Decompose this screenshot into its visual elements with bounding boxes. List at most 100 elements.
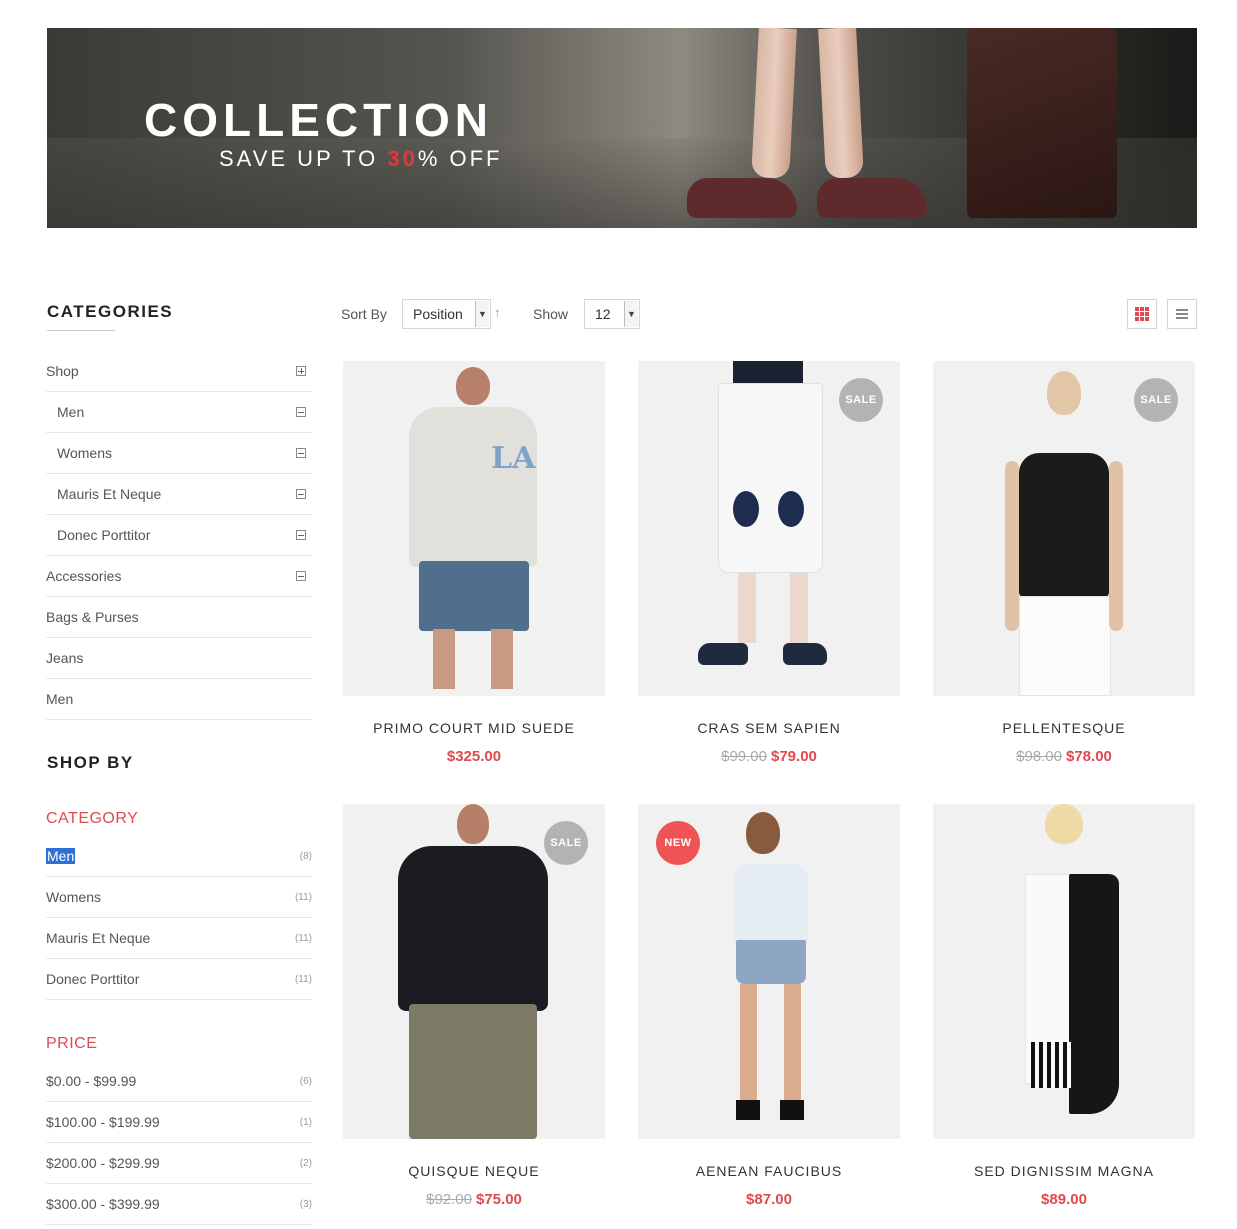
categories-title: CATEGORIES bbox=[47, 302, 174, 321]
shop-by-title: SHOP BY bbox=[47, 753, 134, 772]
product-name[interactable]: AENEAN FAUCIBUS bbox=[638, 1163, 900, 1179]
filter-option[interactable]: Womens (11) bbox=[46, 877, 312, 918]
category-item-bags[interactable]: Bags & Purses bbox=[46, 597, 312, 638]
category-item-accessories[interactable]: Accessories bbox=[46, 556, 312, 597]
price-current: $87.00 bbox=[746, 1191, 792, 1208]
filter-option[interactable]: $300.00 - $399.99 (3) bbox=[46, 1184, 312, 1225]
list-view-button[interactable] bbox=[1167, 299, 1197, 329]
product-name[interactable]: SED DIGNISSIM MAGNA bbox=[933, 1163, 1195, 1179]
list-view-icon bbox=[1176, 309, 1188, 319]
banner-leg bbox=[818, 28, 864, 179]
category-item-shop[interactable]: Shop bbox=[46, 351, 312, 392]
category-filter-heading: CATEGORY bbox=[46, 810, 139, 827]
filter-option[interactable]: $200.00 - $299.99 (2) bbox=[46, 1143, 312, 1184]
category-item-mauris[interactable]: Mauris Et Neque bbox=[46, 474, 312, 515]
filter-label[interactable]: $200.00 - $299.99 bbox=[46, 1155, 160, 1171]
product-card[interactable]: NEW AENEAN FAUCIBUS $87.00 bbox=[638, 804, 900, 1208]
category-item-womens[interactable]: Womens bbox=[46, 433, 312, 474]
category-item-men[interactable]: Men bbox=[46, 392, 312, 433]
category-label: Donec Porttitor bbox=[57, 527, 151, 543]
product-card[interactable]: SED DIGNISSIM MAGNA $89.00 bbox=[933, 804, 1195, 1208]
model-shirt bbox=[734, 864, 808, 944]
product-price: $92.00 $75.00 bbox=[343, 1191, 605, 1208]
arrow-up-icon[interactable]: ↑ bbox=[494, 305, 501, 320]
promo-banner[interactable]: COLLECTION SAVE UP TO 30% OFF bbox=[47, 28, 1197, 228]
filter-count: (11) bbox=[294, 973, 312, 985]
price-old: $99.00 bbox=[721, 748, 767, 765]
sort-by-select[interactable]: Position ▼ bbox=[402, 299, 491, 329]
product-card[interactable]: SALE QUISQUE NEQUE $92.00 $75.00 bbox=[343, 804, 605, 1208]
category-item-donec[interactable]: Donec Porttitor bbox=[46, 515, 312, 556]
product-price: $89.00 bbox=[933, 1191, 1195, 1208]
product-card[interactable]: LA PRIMO COURT MID SUEDE $325.00 bbox=[343, 361, 605, 765]
chevron-down-icon[interactable]: ▼ bbox=[624, 301, 638, 327]
collapse-icon[interactable] bbox=[296, 448, 306, 458]
banner-bag-image bbox=[967, 28, 1117, 218]
category-label: Womens bbox=[57, 445, 112, 461]
product-name[interactable]: QUISQUE NEQUE bbox=[343, 1163, 605, 1179]
model-arm bbox=[1005, 461, 1019, 631]
product-name[interactable]: PELLENTESQUE bbox=[933, 720, 1195, 736]
product-image[interactable] bbox=[933, 804, 1195, 1139]
price-current: $325.00 bbox=[446, 748, 502, 765]
banner-subtitle-post: % OFF bbox=[417, 146, 503, 171]
product-name[interactable]: PRIMO COURT MID SUEDE bbox=[343, 720, 605, 736]
category-label: Men bbox=[46, 691, 74, 707]
price-old: $98.00 bbox=[1016, 748, 1062, 765]
model-leg bbox=[491, 629, 513, 689]
model-head bbox=[1047, 371, 1081, 415]
product-image[interactable]: NEW bbox=[638, 804, 900, 1139]
product-image[interactable]: LA bbox=[343, 361, 605, 696]
collapse-icon[interactable] bbox=[296, 530, 306, 540]
product-image[interactable]: SALE bbox=[343, 804, 605, 1139]
model-head bbox=[746, 812, 780, 854]
filter-label[interactable]: Mauris Et Neque bbox=[46, 930, 150, 946]
filter-option[interactable]: $0.00 - $99.99 (6) bbox=[46, 1061, 312, 1102]
chevron-down-icon[interactable]: ▼ bbox=[475, 301, 489, 327]
category-item-men-2[interactable]: Men bbox=[46, 679, 312, 720]
product-price: $325.00 bbox=[343, 748, 605, 765]
filter-label[interactable]: $300.00 - $399.99 bbox=[46, 1196, 160, 1212]
sort-by-value: Position bbox=[413, 306, 463, 322]
product-card[interactable]: SALE PELLENTESQUE $98.00 $78.00 bbox=[933, 361, 1195, 765]
culotte-print bbox=[778, 491, 804, 527]
filter-label[interactable]: Men bbox=[46, 848, 76, 864]
category-label: Shop bbox=[46, 363, 79, 379]
filter-option[interactable]: Men (8) bbox=[46, 836, 312, 877]
product-image[interactable]: SALE bbox=[638, 361, 900, 696]
filter-label[interactable]: $100.00 - $199.99 bbox=[46, 1114, 160, 1130]
filter-label[interactable]: Donec Porttitor bbox=[46, 971, 139, 987]
model-shoe bbox=[698, 643, 748, 665]
model-sweater bbox=[398, 846, 548, 1011]
expand-icon[interactable] bbox=[296, 366, 306, 376]
filter-count: (11) bbox=[294, 932, 312, 944]
category-item-jeans[interactable]: Jeans bbox=[46, 638, 312, 679]
banner-shoe bbox=[687, 178, 797, 218]
collapse-icon[interactable] bbox=[296, 407, 306, 417]
product-name[interactable]: CRAS SEM SAPIEN bbox=[638, 720, 900, 736]
culotte-print bbox=[733, 491, 759, 527]
category-label: Accessories bbox=[46, 568, 122, 584]
grid-view-icon bbox=[1135, 307, 1149, 321]
filter-option[interactable]: $100.00 - $199.99 (1) bbox=[46, 1102, 312, 1143]
show-limit-select[interactable]: 12 ▼ bbox=[584, 299, 640, 329]
filter-count: (8) bbox=[299, 850, 312, 862]
filter-count: (11) bbox=[294, 891, 312, 903]
price-current: $75.00 bbox=[476, 1191, 522, 1208]
model-sweater bbox=[409, 407, 537, 567]
price-current: $79.00 bbox=[771, 748, 817, 765]
filter-option[interactable]: Donec Porttitor (11) bbox=[46, 959, 312, 1000]
model-denim-shorts bbox=[736, 940, 806, 984]
product-image[interactable]: SALE bbox=[933, 361, 1195, 696]
price-old: $92.00 bbox=[426, 1191, 472, 1208]
filter-option[interactable]: Mauris Et Neque (11) bbox=[46, 918, 312, 959]
collapse-icon[interactable] bbox=[296, 489, 306, 499]
price-filter-list: $0.00 - $99.99 (6) $100.00 - $199.99 (1) $… bbox=[46, 1061, 312, 1225]
filter-label[interactable]: Womens bbox=[46, 889, 101, 905]
show-limit-value: 12 bbox=[595, 306, 611, 322]
collapse-icon[interactable] bbox=[296, 571, 306, 581]
product-card[interactable]: SALE CRAS SEM SAPIEN $99.00 $79.00 bbox=[638, 361, 900, 765]
price-filter-heading: PRICE bbox=[46, 1035, 98, 1052]
filter-label[interactable]: $0.00 - $99.99 bbox=[46, 1073, 136, 1089]
grid-view-button[interactable] bbox=[1127, 299, 1157, 329]
